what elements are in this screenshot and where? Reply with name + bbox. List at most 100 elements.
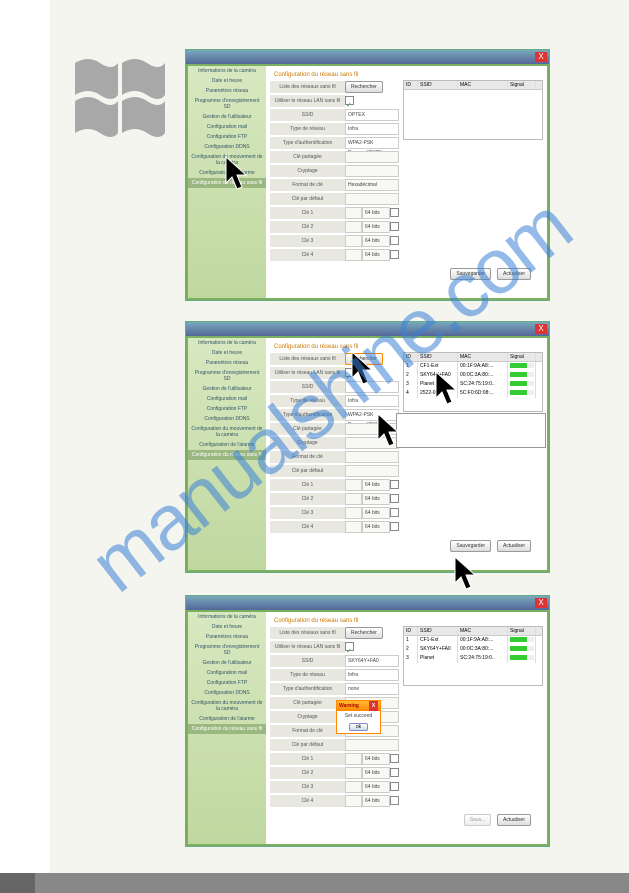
close-icon[interactable]: X (535, 598, 547, 608)
sidebar-item[interactable]: Configuration FTP (188, 678, 266, 688)
sidebar-item[interactable]: Configuration DDNS (188, 142, 266, 152)
key1-input[interactable] (345, 753, 362, 765)
sidebar-item[interactable]: Informations de la caméra (188, 66, 266, 76)
key3-input[interactable] (345, 781, 362, 793)
sidebar-item[interactable]: Configuration du mouvement de la caméra (188, 424, 266, 440)
close-icon[interactable]: X (535, 52, 547, 62)
key3-checkbox[interactable] (390, 236, 399, 245)
sidebar-item[interactable]: Date et heure (188, 76, 266, 86)
sidebar-item[interactable]: Gestion de l'utilisateur (188, 658, 266, 668)
net-type-select[interactable]: Infra (345, 123, 399, 135)
key4-checkbox[interactable] (390, 250, 399, 259)
net-type-select[interactable]: Infra (345, 669, 399, 681)
sidebar-item[interactable]: Configuration DDNS (188, 688, 266, 698)
use-wlan-checkbox[interactable] (345, 368, 354, 377)
crypt-select[interactable] (345, 165, 399, 177)
crypt-select[interactable] (345, 437, 399, 449)
auth-type-select[interactable]: none (345, 683, 399, 695)
def-key-select[interactable] (345, 193, 399, 205)
use-wlan-checkbox[interactable] (345, 642, 354, 651)
refresh-button[interactable]: Actualiser (497, 268, 531, 280)
sidebar-item[interactable]: Configuration du mouvement de la caméra (188, 698, 266, 714)
key4-input[interactable] (345, 795, 362, 807)
sidebar-item[interactable]: Configuration FTP (188, 404, 266, 414)
key4-input[interactable] (345, 249, 362, 261)
refresh-button[interactable]: Actualiser (497, 814, 531, 826)
sidebar-item[interactable]: Paramètres réseau (188, 358, 266, 368)
signal-icon (510, 372, 534, 377)
sidebar-item[interactable]: Date et heure (188, 348, 266, 358)
key3-input[interactable] (345, 507, 362, 519)
key1-input[interactable] (345, 207, 362, 219)
shared-key-input[interactable] (345, 423, 399, 435)
network-row[interactable]: 1CF1-Ext00:1F:9A:A8:... (404, 362, 542, 371)
sidebar-item[interactable]: Programme d'enregistrement SD (188, 96, 266, 112)
def-key-select[interactable] (345, 465, 399, 477)
network-row[interactable]: 42522-00045C:F0:6D:08:... (404, 389, 542, 398)
sidebar-item[interactable]: Paramètres réseau (188, 86, 266, 96)
key-fmt-select[interactable] (345, 451, 399, 463)
auth-type-select[interactable]: WPA2-PSK Personal(TKIP) (345, 409, 399, 421)
sidebar-item[interactable]: Informations de la caméra (188, 338, 266, 348)
def-key-select[interactable] (345, 739, 399, 751)
network-row[interactable]: 1CF1-Ext00:1F:9A:A8:... (404, 636, 542, 645)
shared-key-input[interactable] (345, 151, 399, 163)
sidebar-item-wifi[interactable]: Configuration du réseau sans fil (188, 450, 266, 460)
sidebar-item[interactable]: Programme d'enregistrement SD (188, 368, 266, 384)
sidebar-item[interactable]: Configuration FTP (188, 132, 266, 142)
sidebar-item[interactable]: Configuration de l'alarme (188, 440, 266, 450)
key2-input[interactable] (345, 221, 362, 233)
dropdown-popup[interactable] (396, 413, 546, 448)
network-list[interactable]: ID SSID MAC Signal (403, 80, 543, 140)
refresh-button[interactable]: Actualiser (497, 540, 531, 552)
save-button[interactable]: Sauvegarder (450, 268, 491, 280)
ssid-input[interactable]: OPTEX (345, 109, 399, 121)
close-icon[interactable]: X (535, 324, 547, 334)
sidebar-item[interactable]: Configuration de l'alarme (188, 714, 266, 724)
label: SSID (270, 109, 345, 121)
net-type-select[interactable]: Infra (345, 395, 399, 407)
sidebar-item[interactable]: Configuration DDNS (188, 414, 266, 424)
network-row[interactable]: 2SKY64Y+FA000:0C:3A:80:... (404, 371, 542, 380)
sidebar-item[interactable]: Configuration mail (188, 122, 266, 132)
network-list[interactable]: ID SSID MAC Signal 1CF1-Ext00:1F:9A:A8:.… (403, 352, 543, 412)
key4-bits[interactable]: 64 bits (362, 249, 390, 261)
key1-input[interactable] (345, 479, 362, 491)
search-button[interactable]: Rechercher (345, 627, 383, 639)
sidebar-item-wifi[interactable]: Configuration du réseau sans fil (188, 724, 266, 734)
search-button[interactable]: Rechercher (345, 81, 383, 93)
sidebar-item[interactable]: Paramètres réseau (188, 632, 266, 642)
sidebar-item[interactable]: Gestion de l'utilisateur (188, 384, 266, 394)
key1-bits[interactable]: 64 bits (362, 207, 390, 219)
network-list[interactable]: ID SSID MAC Signal 1CF1-Ext00:1F:9A:A8:.… (403, 626, 543, 686)
sidebar-item[interactable]: Configuration de l'alarme (188, 168, 266, 178)
sidebar-item[interactable]: Date et heure (188, 622, 266, 632)
key3-bits[interactable]: 64 bits (362, 235, 390, 247)
key2-input[interactable] (345, 767, 362, 779)
network-row[interactable]: 3PlanetSC:24:75:19:0.. (404, 380, 542, 389)
key-fmt-select[interactable]: Hexadécimal (345, 179, 399, 191)
sidebar-item-wifi[interactable]: Configuration du réseau sans fil (188, 178, 266, 188)
sidebar-item[interactable]: Programme d'enregistrement SD (188, 642, 266, 658)
search-button[interactable]: Rechercher (345, 353, 383, 365)
key2-checkbox[interactable] (390, 222, 399, 231)
sidebar-item[interactable]: Configuration du mouvement de la caméra (188, 152, 266, 168)
ok-button[interactable]: ok (349, 723, 368, 731)
sidebar-item[interactable]: Configuration mail (188, 394, 266, 404)
key3-input[interactable] (345, 235, 362, 247)
network-row[interactable]: 2SKY64Y+FA000:0C:3A:80:... (404, 645, 542, 654)
close-icon[interactable]: X (369, 701, 378, 711)
key4-input[interactable] (345, 521, 362, 533)
sidebar-item[interactable]: Gestion de l'utilisateur (188, 112, 266, 122)
key2-input[interactable] (345, 493, 362, 505)
ssid-input[interactable]: SKY64Y+FA0 (345, 655, 399, 667)
key1-checkbox[interactable] (390, 208, 399, 217)
save-button[interactable]: Sauvegarder (450, 540, 491, 552)
ssid-input[interactable] (345, 381, 399, 393)
key2-bits[interactable]: 64 bits (362, 221, 390, 233)
sidebar-item[interactable]: Informations de la caméra (188, 612, 266, 622)
auth-type-select[interactable]: WPA2-PSK Personal(TKIP) (345, 137, 399, 149)
network-row[interactable]: 3PlanetSC:24:75:19:0.. (404, 654, 542, 663)
use-wlan-checkbox[interactable] (345, 96, 354, 105)
sidebar-item[interactable]: Configuration mail (188, 668, 266, 678)
